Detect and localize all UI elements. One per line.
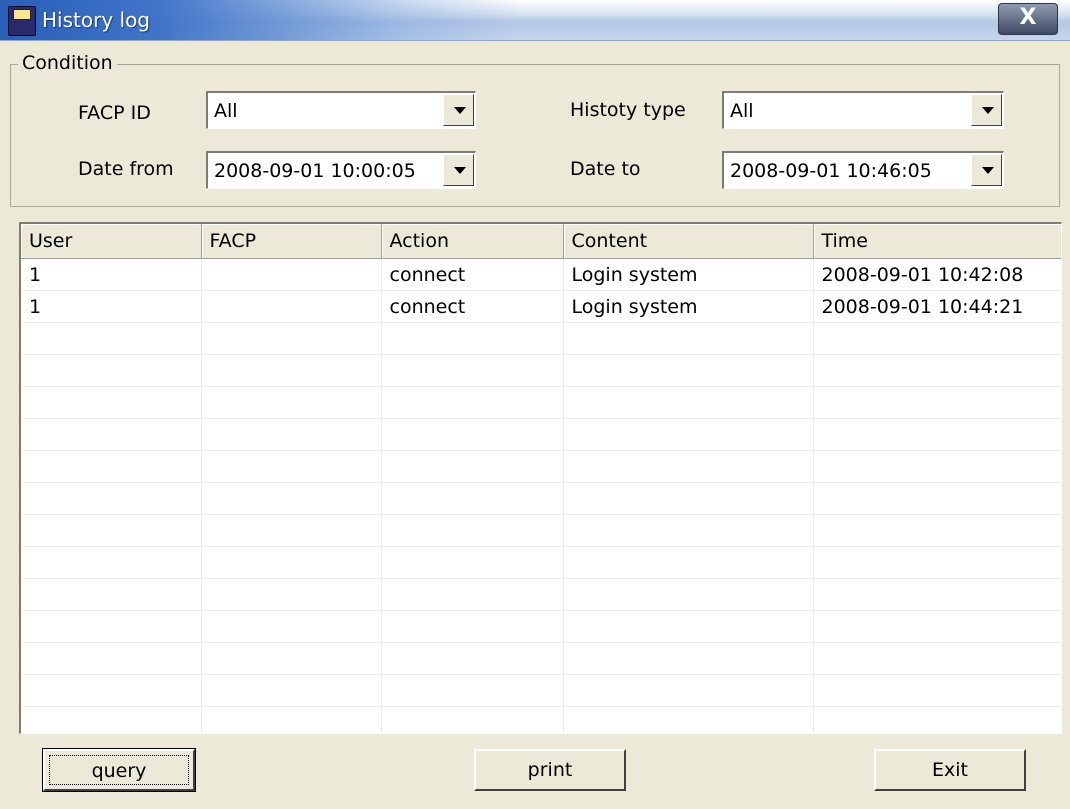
column-header-user[interactable]: User — [21, 224, 202, 259]
table-row[interactable]: 1 connect Login system 2008-09-01 10:42:… — [21, 258, 1061, 291]
cell-user: 1 — [21, 258, 202, 291]
condition-legend: Condition — [18, 52, 117, 74]
empty-row — [21, 322, 1061, 355]
chevron-down-icon — [982, 167, 994, 174]
date-from-dropdown-button[interactable] — [443, 154, 474, 186]
facp-id-select[interactable]: All — [206, 91, 476, 129]
column-header-time[interactable]: Time — [813, 224, 1061, 259]
header-row: User FACP Action Content Time — [21, 224, 1061, 259]
facp-id-dropdown-button[interactable] — [443, 94, 474, 126]
empty-row — [21, 546, 1061, 579]
app-icon[interactable] — [8, 6, 36, 36]
chevron-down-icon — [454, 167, 466, 174]
date-from-picker[interactable]: 2008-09-01 10:00:05 — [206, 151, 476, 189]
cell-action: connect — [381, 258, 564, 291]
cell-time: 2008-09-01 10:44:21 — [813, 290, 1061, 323]
table-body: 1 connect Login system 2008-09-01 10:42:… — [21, 258, 1061, 733]
date-to-picker[interactable]: 2008-09-01 10:46:05 — [722, 151, 1004, 189]
empty-row — [21, 418, 1061, 451]
history-table: User FACP Action Content Time 1 connect … — [21, 224, 1061, 733]
empty-row — [21, 514, 1061, 547]
date-to-dropdown-button[interactable] — [971, 154, 1002, 186]
chevron-down-icon — [454, 107, 466, 114]
history-type-value: All — [730, 100, 754, 122]
date-to-label: Date to — [570, 158, 641, 180]
history-type-dropdown-button[interactable] — [971, 94, 1002, 126]
cell-content: Login system — [563, 290, 814, 323]
date-to-value: 2008-09-01 10:46:05 — [730, 160, 932, 182]
cell-facp — [201, 290, 382, 323]
date-from-value: 2008-09-01 10:00:05 — [214, 160, 416, 182]
history-type-label: Histoty type — [570, 99, 686, 121]
title-bar: History log X — [0, 0, 1070, 41]
history-type-select[interactable]: All — [722, 91, 1004, 129]
date-from-label: Date from — [78, 158, 174, 180]
empty-row — [21, 354, 1061, 387]
table-row[interactable]: 1 connect Login system 2008-09-01 10:44:… — [21, 290, 1061, 323]
window-title: History log — [42, 8, 150, 32]
query-button-label: query — [49, 755, 189, 785]
history-list[interactable]: User FACP Action Content Time 1 connect … — [19, 222, 1062, 734]
empty-row — [21, 674, 1061, 707]
exit-button[interactable]: Exit — [874, 749, 1026, 791]
print-button[interactable]: print — [474, 749, 626, 791]
query-button[interactable]: query — [42, 748, 196, 792]
empty-row — [21, 450, 1061, 483]
cell-user: 1 — [21, 290, 202, 323]
cell-time: 2008-09-01 10:42:08 — [813, 258, 1061, 291]
column-header-action[interactable]: Action — [381, 224, 564, 259]
column-header-facp[interactable]: FACP — [201, 224, 382, 259]
cell-facp — [201, 258, 382, 291]
empty-row — [21, 706, 1061, 733]
close-button[interactable]: X — [998, 3, 1058, 35]
empty-row — [21, 482, 1061, 515]
empty-row — [21, 642, 1061, 675]
facp-id-value: All — [214, 100, 238, 122]
empty-row — [21, 610, 1061, 643]
cell-action: connect — [381, 290, 564, 323]
app-icon-screen — [13, 9, 31, 20]
facp-id-label: FACP ID — [78, 102, 151, 124]
empty-row — [21, 386, 1061, 419]
cell-content: Login system — [563, 258, 814, 291]
empty-row — [21, 578, 1061, 611]
column-header-content[interactable]: Content — [563, 224, 814, 259]
chevron-down-icon — [982, 107, 994, 114]
